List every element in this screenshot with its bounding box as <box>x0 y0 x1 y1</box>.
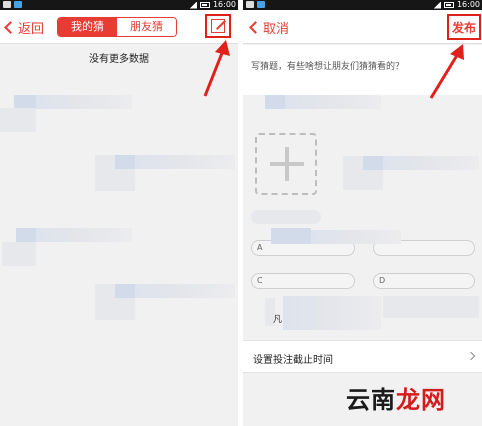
blurred-block <box>271 228 311 244</box>
blurred-block <box>343 170 383 190</box>
option-d-label: D <box>379 276 386 285</box>
blurred-text <box>311 230 401 244</box>
status-bar: 16:00 <box>0 0 238 10</box>
chevron-right-icon <box>466 351 476 361</box>
signal-icon <box>433 1 441 9</box>
app-icon <box>257 1 265 8</box>
chevron-left-icon <box>4 21 17 34</box>
back-label: 返回 <box>18 22 45 37</box>
publish-button[interactable]: 发布 <box>452 19 476 36</box>
left-screen-my-guess: 16:00 返回 我的猜 朋友猜 没有更多数据 <box>0 0 238 426</box>
chevron-left-icon <box>249 21 262 34</box>
blurred-block <box>251 210 321 224</box>
annotation-arrow <box>429 44 464 99</box>
blurred-avatar <box>265 95 285 109</box>
tab-my-guess[interactable]: 我的猜 <box>58 18 117 36</box>
blurred-text <box>36 228 132 242</box>
compose-highlight-box <box>205 14 231 38</box>
status-bar: 16:00 <box>243 0 482 10</box>
deadline-setting-label: 设置投注截止时间 <box>253 355 333 366</box>
blurred-text <box>135 284 235 298</box>
watermark-logo: 云南龙网 <box>346 380 446 415</box>
blurred-avatar <box>115 155 135 169</box>
blurred-block <box>95 284 115 298</box>
blurred-text <box>383 156 479 170</box>
status-time: 16:00 <box>456 0 480 9</box>
option-a-label: A <box>257 243 263 252</box>
blurred-avatar <box>14 95 36 109</box>
battery-icon <box>199 2 210 8</box>
option-d[interactable]: D <box>373 273 475 289</box>
partial-text: 凡 <box>273 315 283 325</box>
guess-tab-switch: 我的猜 朋友猜 <box>57 17 177 37</box>
watermark-part1: 云南 <box>346 386 396 414</box>
blurred-text <box>285 95 381 109</box>
status-time: 16:00 <box>212 0 236 9</box>
publish-highlight-box: 发布 <box>447 14 481 40</box>
deadline-setting-row[interactable]: 设置投注截止时间 <box>243 340 482 373</box>
option-c-label: C <box>257 276 263 285</box>
blurred-block <box>95 155 115 169</box>
add-image-button[interactable] <box>255 133 317 195</box>
watermark-part2: 龙网 <box>396 386 446 414</box>
battery-icon <box>443 2 454 8</box>
cancel-label: 取消 <box>263 22 290 37</box>
blurred-avatar <box>115 284 135 298</box>
option-c[interactable]: C <box>251 273 355 289</box>
blurred-block <box>0 108 36 132</box>
tab-friend-guess[interactable]: 朋友猜 <box>117 18 176 36</box>
blurred-avatar <box>16 228 36 242</box>
image-icon <box>3 1 11 8</box>
compose-icon[interactable] <box>211 19 225 33</box>
blurred-text <box>36 95 132 109</box>
blurred-text <box>135 155 235 169</box>
annotation-arrow <box>203 40 230 97</box>
blurred-block <box>95 298 135 320</box>
cancel-button[interactable]: 取消 <box>249 18 290 37</box>
blurred-avatar <box>363 156 383 170</box>
signal-icon <box>189 1 197 9</box>
image-icon <box>246 1 254 8</box>
blurred-block <box>95 169 135 191</box>
back-button[interactable]: 返回 <box>4 18 45 37</box>
question-placeholder: 写猜题，有些啥想让朋友们猜猜看的？ <box>251 62 405 72</box>
blurred-block <box>343 156 363 170</box>
blurred-text <box>283 296 381 330</box>
right-screen-new-guess: 16:00 取消 发布 写猜题，有些啥想让朋友们猜猜看的？ A C D 凡 设置… <box>243 0 482 426</box>
blurred-block <box>2 242 36 266</box>
app-icon <box>14 1 22 8</box>
blurred-block <box>383 296 479 318</box>
